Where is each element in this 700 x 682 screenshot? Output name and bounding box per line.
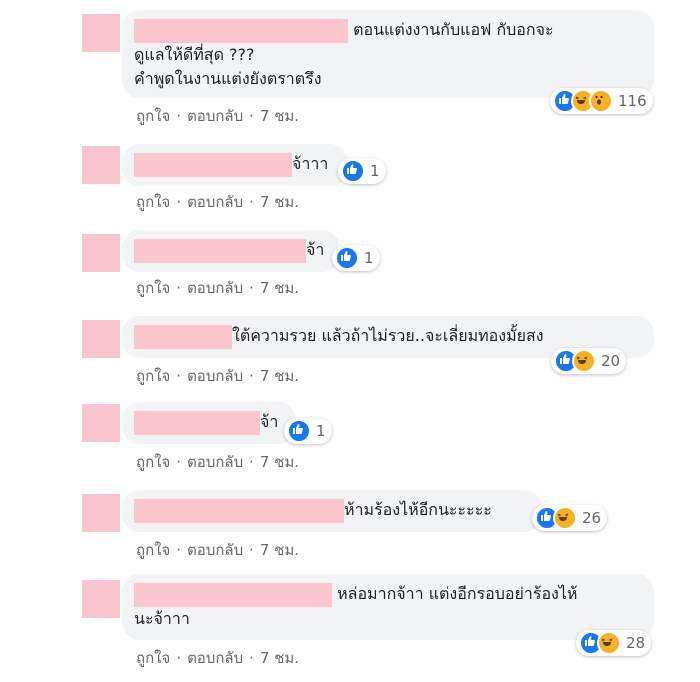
separator: · xyxy=(249,541,254,559)
reaction-summary[interactable]: 1 xyxy=(284,418,332,444)
haha-icon xyxy=(597,631,621,655)
comment-bubble: ห้ามร้องไห้อีกนะะะะะ xyxy=(122,490,542,532)
wow-icon xyxy=(589,89,613,113)
timestamp[interactable]: 7 ชม. xyxy=(260,193,299,211)
comment-actions: ถูกใจ · ตอบกลับ · 7 ชม. xyxy=(136,538,301,562)
comment-bubble: หล่อมากจ้าา แต่งอีกรอบอย่าร้องไห้ นะจ้าา… xyxy=(122,574,654,640)
separator: · xyxy=(176,649,182,667)
timestamp[interactable]: 7 ชม. xyxy=(260,279,299,297)
separator: · xyxy=(249,279,254,297)
reaction-count: 1 xyxy=(370,162,380,180)
reply-link[interactable]: ตอบกลับ xyxy=(187,649,243,667)
separator: · xyxy=(249,107,254,125)
reaction-count: 1 xyxy=(316,422,326,440)
comment-actions: ถูกใจ · ตอบกลับ · 7 ชม. xyxy=(136,364,301,388)
comment-text: นะจ้าาา xyxy=(134,608,190,628)
like-link[interactable]: ถูกใจ xyxy=(136,453,170,471)
like-icon xyxy=(287,419,311,443)
comment-text: ดูแลให้ดีที่สุด ??? xyxy=(134,44,255,64)
reaction-summary[interactable]: 116 xyxy=(550,88,653,114)
comment-text: หล่อมากจ้าา แต่งอีกรอบอย่าร้องไห้ xyxy=(337,584,578,603)
separator: · xyxy=(176,541,182,559)
like-link[interactable]: ถูกใจ xyxy=(136,541,170,559)
like-icon xyxy=(341,159,365,183)
comment-text: จ้า xyxy=(306,240,325,259)
separator: · xyxy=(176,367,182,385)
comment-actions: ถูกใจ · ตอบกลับ · 7 ชม. xyxy=(136,646,301,670)
reaction-count: 116 xyxy=(618,92,647,110)
comment-actions: ถูกใจ · ตอบกลับ · 7 ชม. xyxy=(136,276,301,300)
like-link[interactable]: ถูกใจ xyxy=(136,193,170,211)
comment-text: ห้ามร้องไห้อีกนะะะะะ xyxy=(344,500,492,519)
comment-actions: ถูกใจ · ตอบกลับ · 7 ชม. xyxy=(136,190,301,214)
like-link[interactable]: ถูกใจ xyxy=(136,367,170,385)
avatar[interactable] xyxy=(82,494,120,532)
reply-link[interactable]: ตอบกลับ xyxy=(187,107,243,125)
avatar[interactable] xyxy=(82,320,120,358)
reply-link[interactable]: ตอบกลับ xyxy=(187,541,243,559)
reply-link[interactable]: ตอบกลับ xyxy=(187,453,243,471)
timestamp[interactable]: 7 ชม. xyxy=(260,541,299,559)
reaction-summary[interactable]: 1 xyxy=(332,245,380,271)
reaction-summary[interactable]: 1 xyxy=(338,158,386,184)
comment-bubble: จ้า xyxy=(122,402,296,444)
timestamp[interactable]: 7 ชม. xyxy=(260,367,299,385)
comment-actions: ถูกใจ · ตอบกลับ · 7 ชม. xyxy=(136,450,301,474)
timestamp[interactable]: 7 ชม. xyxy=(260,453,299,471)
comment-bubble: จ้าาา xyxy=(122,144,348,186)
timestamp[interactable]: 7 ชม. xyxy=(260,107,299,125)
comment-text: ตอนแต่งงานกับแอฟ กับอกจะ xyxy=(353,20,554,39)
separator: · xyxy=(249,367,254,385)
reaction-count: 1 xyxy=(364,249,374,267)
reaction-summary[interactable]: 26 xyxy=(532,505,608,531)
reaction-summary[interactable]: 20 xyxy=(551,348,627,374)
author-name-redacted[interactable] xyxy=(134,582,332,607)
comment-text: จ้า xyxy=(260,412,279,431)
comment-bubble: ตอนแต่งงานกับแอฟ กับอกจะ ดูแลให้ดีที่สุด… xyxy=(122,10,654,98)
author-name-redacted[interactable] xyxy=(134,152,292,177)
comment-text: จ้าาา xyxy=(292,154,329,173)
avatar[interactable] xyxy=(82,404,120,442)
separator: · xyxy=(176,279,182,297)
avatar[interactable] xyxy=(82,580,120,618)
haha-icon xyxy=(572,349,596,373)
like-link[interactable]: ถูกใจ xyxy=(136,649,170,667)
reaction-count: 28 xyxy=(626,634,646,652)
like-icon xyxy=(335,246,359,270)
timestamp[interactable]: 7 ชม. xyxy=(260,649,299,667)
avatar[interactable] xyxy=(82,234,120,272)
author-name-redacted[interactable] xyxy=(134,498,344,523)
like-link[interactable]: ถูกใจ xyxy=(136,279,170,297)
comment-text: คำพูดในงานแต่งยังตราตรึง xyxy=(134,68,322,88)
author-name-redacted[interactable] xyxy=(134,238,306,263)
comment-bubble: จ้า xyxy=(122,230,340,272)
author-name-redacted[interactable] xyxy=(134,18,348,43)
separator: · xyxy=(249,193,254,211)
comment-text: ใต้ความรวย แล้วถ้าไม่รวย..จะเลี่ยมทองมั้… xyxy=(232,326,544,345)
reaction-summary[interactable]: 28 xyxy=(576,630,652,656)
author-name-redacted[interactable] xyxy=(134,324,232,349)
reply-link[interactable]: ตอบกลับ xyxy=(187,279,243,297)
separator: · xyxy=(176,107,182,125)
avatar[interactable] xyxy=(82,146,120,184)
separator: · xyxy=(176,193,182,211)
haha-icon xyxy=(553,506,577,530)
comment-actions: ถูกใจ · ตอบกลับ · 7 ชม. xyxy=(136,104,301,128)
like-link[interactable]: ถูกใจ xyxy=(136,107,170,125)
reply-link[interactable]: ตอบกลับ xyxy=(187,367,243,385)
avatar[interactable] xyxy=(82,14,120,52)
separator: · xyxy=(176,453,182,471)
reaction-count: 20 xyxy=(601,352,621,370)
author-name-redacted[interactable] xyxy=(134,410,260,435)
reply-link[interactable]: ตอบกลับ xyxy=(187,193,243,211)
separator: · xyxy=(249,649,254,667)
reaction-count: 26 xyxy=(582,509,602,527)
separator: · xyxy=(249,453,254,471)
